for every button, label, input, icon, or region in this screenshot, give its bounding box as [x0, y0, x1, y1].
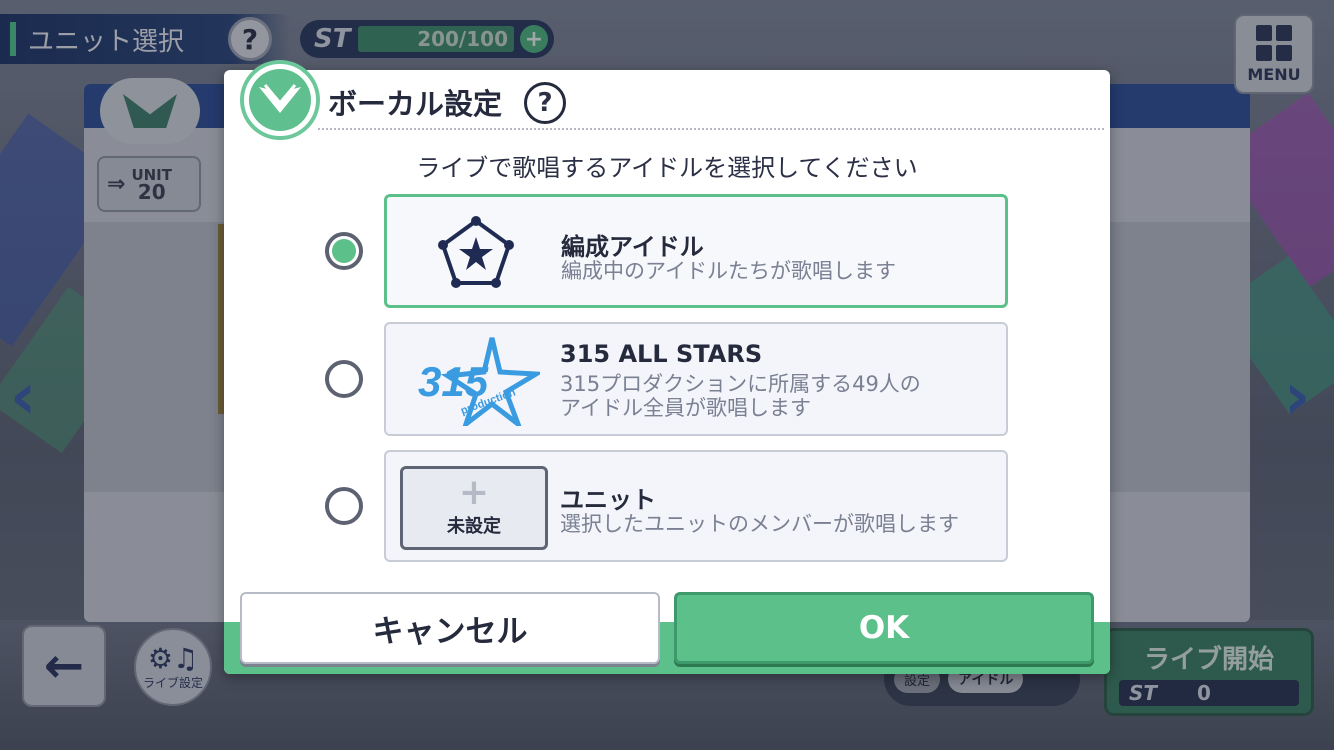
radio-unit[interactable]: [325, 487, 363, 525]
ok-button[interactable]: OK: [674, 592, 1094, 664]
radio-formation-idol[interactable]: [325, 232, 363, 270]
option-desc: 編成中のアイドルたちが歌唱します: [561, 259, 896, 283]
option-315-all-stars[interactable]: 315 production 315 ALL STARS 315プロダクションに…: [384, 322, 1008, 436]
option-formation-idol[interactable]: 編成アイドル 編成中のアイドルたちが歌唱します: [384, 194, 1008, 308]
option-title: 315 ALL STARS: [560, 340, 763, 368]
dialog-help-button[interactable]: ?: [524, 82, 566, 124]
title-divider: [318, 128, 1104, 130]
option-desc: 選択したユニットのメンバーが歌唱します: [560, 512, 959, 536]
option-desc-line2: アイドル全員が歌唱します: [560, 396, 811, 420]
pentagon-star-icon: [438, 216, 514, 288]
cancel-button[interactable]: キャンセル: [240, 592, 660, 664]
dialog-title: ボーカル設定: [328, 87, 503, 121]
dialog-emblem-icon: [240, 60, 320, 140]
dialog-instruction: ライブで歌唱するアイドルを選択してください: [416, 154, 918, 182]
unset-label: 未設定: [447, 516, 501, 537]
option-title: 編成アイドル: [561, 233, 704, 261]
option-desc-line1: 315プロダクションに所属する49人の: [560, 372, 921, 396]
unit-unset-button[interactable]: + 未設定: [400, 466, 548, 550]
svg-text:315: 315: [418, 358, 489, 405]
315-production-logo: 315 production: [418, 337, 540, 426]
option-title: ユニット: [560, 486, 656, 514]
radio-315-all-stars[interactable]: [325, 360, 363, 398]
plus-icon: +: [458, 472, 490, 513]
option-unit[interactable]: + 未設定 ユニット 選択したユニットのメンバーが歌唱します: [384, 450, 1008, 562]
